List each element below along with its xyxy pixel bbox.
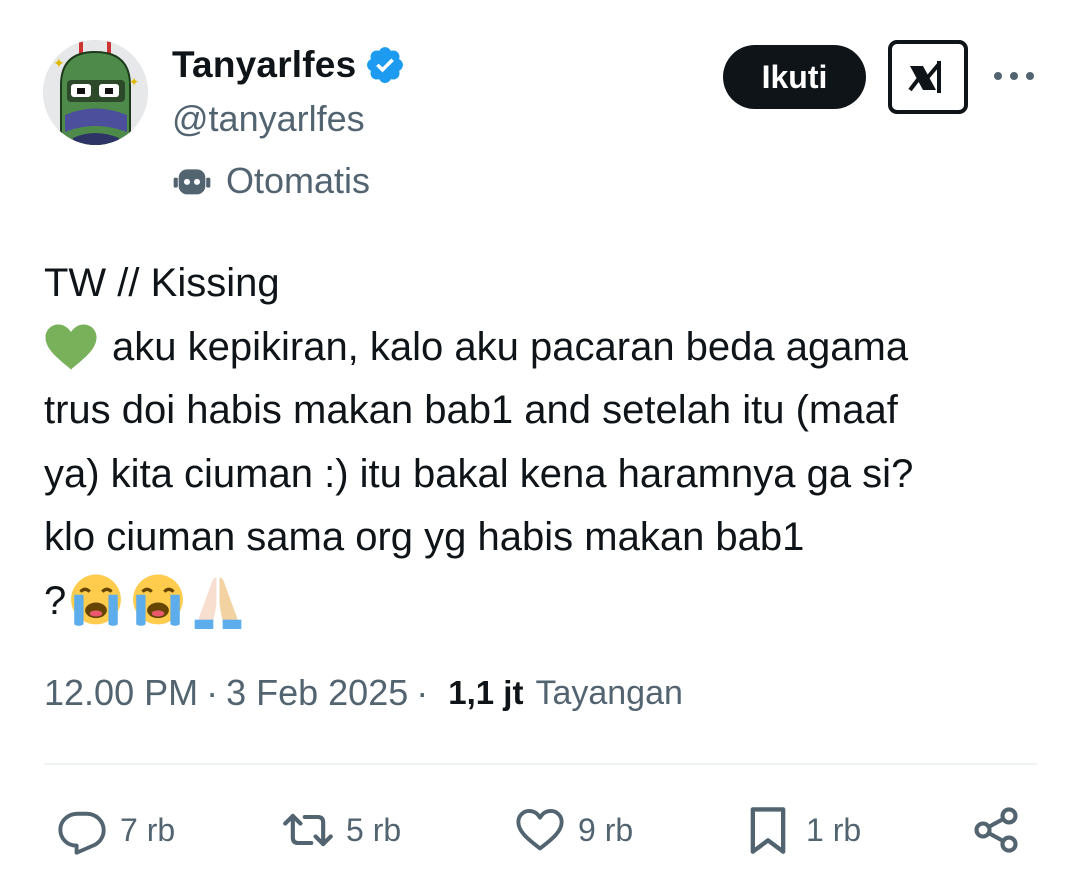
tweet-line-text: ? xyxy=(44,578,67,623)
tweet-time[interactable]: 12.00 PM xyxy=(44,672,198,714)
tweet-line: klo ciuman sama org yg habis makan bab1 xyxy=(44,506,1044,570)
tweet-meta: 12.00 PM · 3 Feb 2025 · 1,1 jt Tayangan xyxy=(44,672,683,714)
folded-hands-icon xyxy=(194,577,242,630)
reply-icon xyxy=(58,811,106,855)
divider xyxy=(44,763,1037,765)
action-bar: 7 rb 5 rb 9 rb 1 rb xyxy=(0,800,1080,860)
meta-separator: · xyxy=(206,672,219,713)
tweet-line: TW // Kissing xyxy=(44,252,1044,316)
loudly-crying-face-icon xyxy=(133,574,184,627)
bookmark-button[interactable]: 1 rb xyxy=(742,800,861,860)
tweet-line: trus doi habis makan bab1 and setelah it… xyxy=(44,379,1044,443)
automated-label-text: Otomatis xyxy=(226,160,371,201)
tweet-line-text: klo ciuman sama org yg habis makan bab1 xyxy=(44,515,805,559)
tweet-line: ? xyxy=(44,570,1044,634)
repost-icon xyxy=(283,813,333,847)
tweet-line-text: trus doi habis makan bab1 and setelah it… xyxy=(44,388,898,432)
display-name-text: Tanyarlfes xyxy=(172,44,357,85)
avatar-image: ✦ ✦ xyxy=(43,40,148,145)
share-button[interactable] xyxy=(970,800,1022,860)
svg-text:✦: ✦ xyxy=(53,56,65,72)
display-name[interactable]: Tanyarlfes xyxy=(172,44,406,86)
tweet-date[interactable]: 3 Feb 2025 xyxy=(226,672,408,714)
tweet-line-text: ya) kita ciuman :) itu bakal kena haramn… xyxy=(44,451,914,496)
more-button[interactable] xyxy=(990,52,1038,100)
views-label: Tayangan xyxy=(535,673,683,712)
bookmark-icon xyxy=(750,807,786,854)
reply-count: 7 rb xyxy=(120,811,176,848)
meta-separator: · xyxy=(416,672,429,713)
tweet-line: ya) kita ciuman :) itu bakal kena haramn… xyxy=(44,443,1044,507)
avatar[interactable]: ✦ ✦ xyxy=(43,40,148,145)
more-icon xyxy=(994,72,1034,80)
verified-badge-icon xyxy=(367,47,404,83)
tweet-line-text: TW // Kissing xyxy=(44,261,280,305)
like-count: 9 rb xyxy=(578,811,634,848)
svg-text:✦: ✦ xyxy=(129,75,139,89)
tweet-text: TW // Kissing aku kepikiran, kalo aku pa… xyxy=(44,252,1044,633)
views-count: 1,1 jt xyxy=(448,674,524,711)
tweet-line-text: aku kepikiran, kalo aku pacaran beda aga… xyxy=(112,324,909,369)
handle[interactable]: @tanyarlfes xyxy=(172,98,365,140)
tweet-line: aku kepikiran, kalo aku pacaran beda aga… xyxy=(44,316,1044,380)
bookmark-count: 1 rb xyxy=(806,811,862,848)
reply-button[interactable]: 7 rb xyxy=(56,800,175,860)
green-heart-icon xyxy=(45,324,97,370)
heart-icon xyxy=(516,808,564,851)
grok-button[interactable] xyxy=(888,40,968,114)
like-button[interactable]: 9 rb xyxy=(514,800,633,860)
share-icon xyxy=(974,807,1018,853)
grok-icon xyxy=(908,61,941,93)
repost-count: 5 rb xyxy=(346,811,402,848)
repost-button[interactable]: 5 rb xyxy=(282,800,401,860)
bot-icon xyxy=(173,169,211,195)
automated-label: Otomatis xyxy=(172,160,370,202)
loudly-crying-face-icon xyxy=(71,574,122,627)
follow-button[interactable]: Ikuti xyxy=(723,45,866,109)
